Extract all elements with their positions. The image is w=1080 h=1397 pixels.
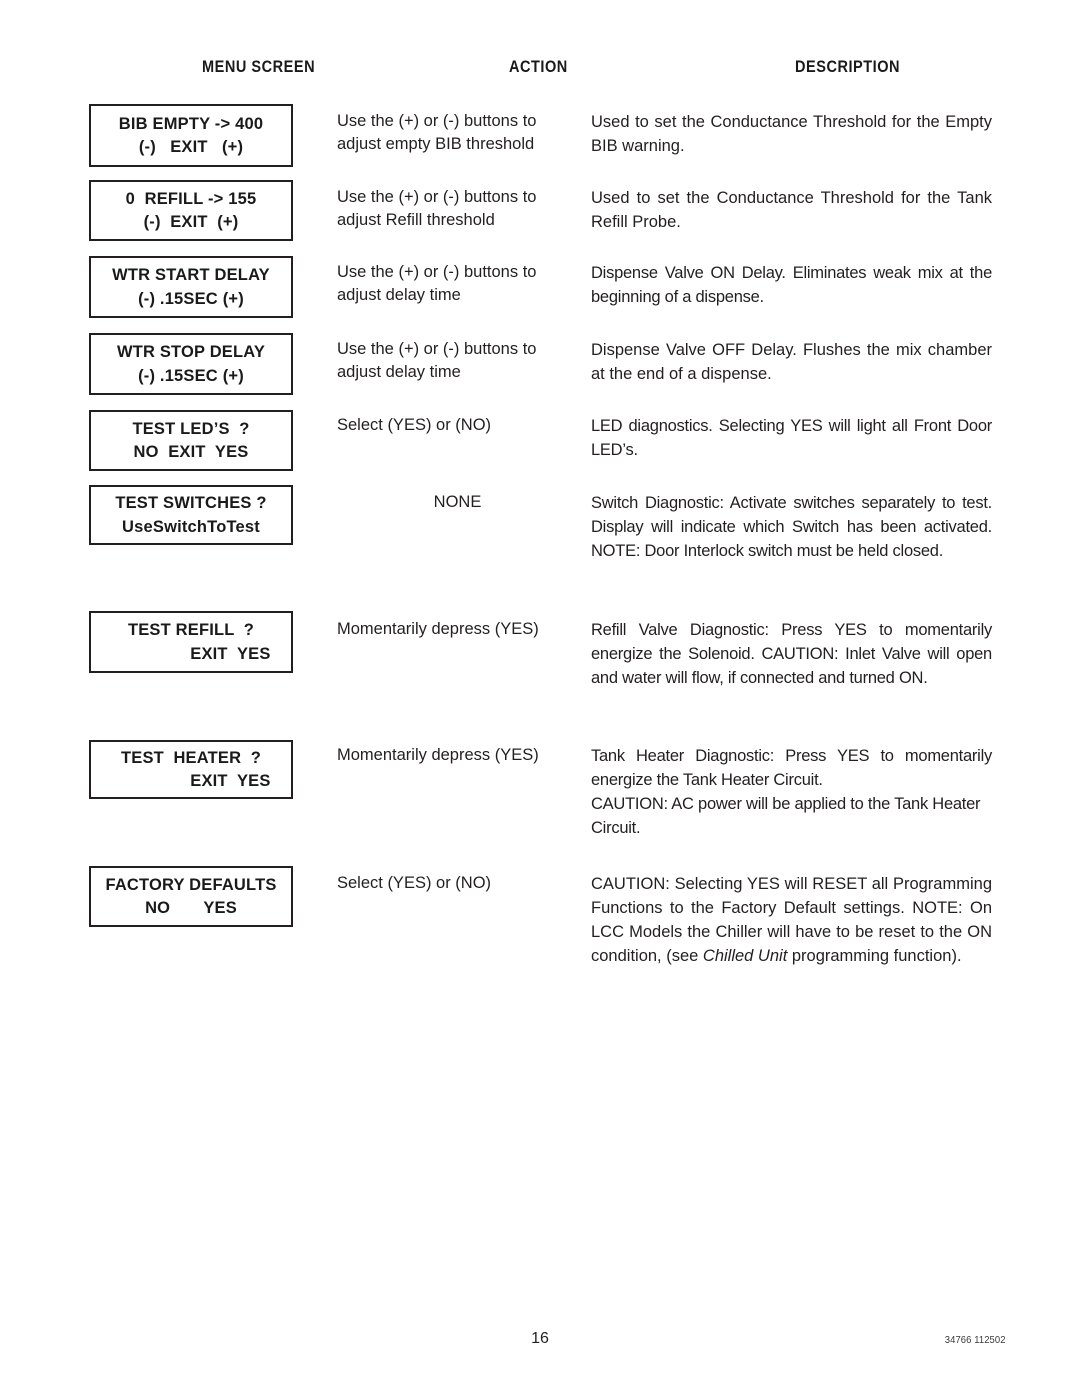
action-text: Use the (+) or (-) buttons to adjust del…: [337, 263, 537, 305]
table-header-row: MENU SCREEN ACTION DESCRIPTION: [89, 58, 992, 84]
lcd-line-1: WTR STOP DELAY: [116, 342, 266, 362]
action-text: Momentarily depress (YES): [337, 746, 539, 764]
column-header-description: DESCRIPTION: [795, 58, 901, 76]
action-text: Select (YES) or (NO): [337, 416, 492, 434]
lcd-line-2: (-) EXIT (+): [143, 212, 239, 231]
lcd-screen-wtr-stop-delay: WTR STOP DELAY (-) .15SEC (+): [89, 333, 293, 395]
description-text: LED diagnostics. Selecting YES will ligh…: [591, 414, 992, 462]
lcd-line-2: NO YES: [145, 898, 237, 917]
description-text: Dispense Valve ON Delay. Eliminates weak…: [591, 261, 992, 309]
lcd-line-1: WTR START DELAY: [112, 265, 270, 285]
description-paragraph-secondary: CAUTION: AC power will be applied to the…: [591, 795, 981, 838]
lcd-line-1: BIB EMPTY -> 400: [118, 113, 264, 133]
description-text: CAUTION: Selecting YES will RESET all Pr…: [591, 872, 992, 968]
page-number: 16: [531, 1330, 549, 1347]
description-paragraph: Tank Heater Diagnostic: Press YES to mom…: [591, 747, 992, 790]
lcd-line-1: TEST HEATER ?: [120, 747, 262, 767]
description-paragraph: Dispense Valve ON Delay. Eliminates weak…: [591, 264, 992, 307]
action-text: NONE: [433, 493, 482, 511]
lcd-screen-test-heater: TEST HEATER ? EXIT YES: [89, 740, 293, 799]
description-paragraph: Used to set the Conductance Threshold fo…: [591, 113, 992, 156]
description-paragraph: Dispense Valve OFF Delay. Flushes the mi…: [591, 341, 992, 384]
column-header-action: ACTION: [509, 58, 568, 76]
action-text: Use the (+) or (-) buttons to adjust Ref…: [337, 188, 537, 230]
description-text: Tank Heater Diagnostic: Press YES to mom…: [591, 744, 992, 840]
lcd-screen-test-leds: TEST LED’S ? NO EXIT YES: [89, 410, 293, 471]
description-text: Dispense Valve OFF Delay. Flushes the mi…: [591, 338, 992, 386]
description-paragraph: Used to set the Conductance Threshold fo…: [591, 189, 992, 232]
description-text: Refill Valve Diagnostic: Press YES to mo…: [591, 618, 992, 690]
description-text: Used to set the Conductance Threshold fo…: [591, 110, 992, 158]
description-paragraph: CAUTION: Selecting YES will RESET all Pr…: [591, 872, 992, 968]
lcd-line-1: TEST SWITCHES ?: [115, 493, 267, 513]
lcd-line-2: EXIT YES: [190, 771, 271, 790]
lcd-line-2: NO EXIT YES: [133, 442, 249, 461]
lcd-line-1: 0 REFILL -> 155: [125, 188, 257, 208]
action-text: Select (YES) or (NO): [337, 874, 492, 892]
description-part-post: programming function).: [787, 947, 962, 966]
description-paragraph: Switch Diagnostic: Activate switches sep…: [591, 494, 992, 561]
lcd-line-1: FACTORY DEFAULTS: [105, 874, 277, 894]
action-text: Use the (+) or (-) buttons to adjust del…: [337, 340, 537, 382]
page-footer: 16 34766 112502: [0, 1330, 1080, 1360]
lcd-screen-factory-defaults: FACTORY DEFAULTS NO YES: [89, 866, 293, 927]
action-text: Momentarily depress (YES): [337, 620, 539, 638]
lcd-screen-wtr-start-delay: WTR START DELAY (-) .15SEC (+): [89, 256, 293, 318]
lcd-screen-refill: 0 REFILL -> 155 (-) EXIT (+): [89, 180, 293, 241]
action-text: Use the (+) or (-) buttons to adjust emp…: [337, 112, 537, 154]
lcd-line-2: (-) EXIT (+): [138, 137, 244, 156]
lcd-line-1: TEST LED’S ?: [132, 418, 250, 438]
lcd-screen-test-switches: TEST SWITCHES ? UseSwitchToTest: [89, 485, 293, 545]
lcd-line-2: (-) .15SEC (+): [138, 365, 244, 385]
description-part-italic: Chilled Unit: [702, 947, 788, 966]
description-text: Used to set the Conductance Threshold fo…: [591, 186, 992, 234]
document-code: 34766 112502: [945, 1334, 1006, 1346]
lcd-line-1: TEST REFILL ?: [127, 620, 255, 640]
lcd-line-2: (-) .15SEC (+): [138, 288, 244, 308]
description-paragraph: Refill Valve Diagnostic: Press YES to mo…: [591, 621, 992, 688]
column-header-menu-screen: MENU SCREEN: [202, 58, 316, 76]
lcd-line-2: UseSwitchToTest: [122, 516, 260, 536]
description-paragraph: LED diagnostics. Selecting YES will ligh…: [591, 417, 992, 460]
description-text: Switch Diagnostic: Activate switches sep…: [591, 491, 992, 563]
lcd-line-2: EXIT YES: [190, 643, 271, 663]
lcd-screen-bib-empty: BIB EMPTY -> 400 (-) EXIT (+): [89, 104, 293, 167]
lcd-screen-test-refill: TEST REFILL ? EXIT YES: [89, 611, 293, 673]
